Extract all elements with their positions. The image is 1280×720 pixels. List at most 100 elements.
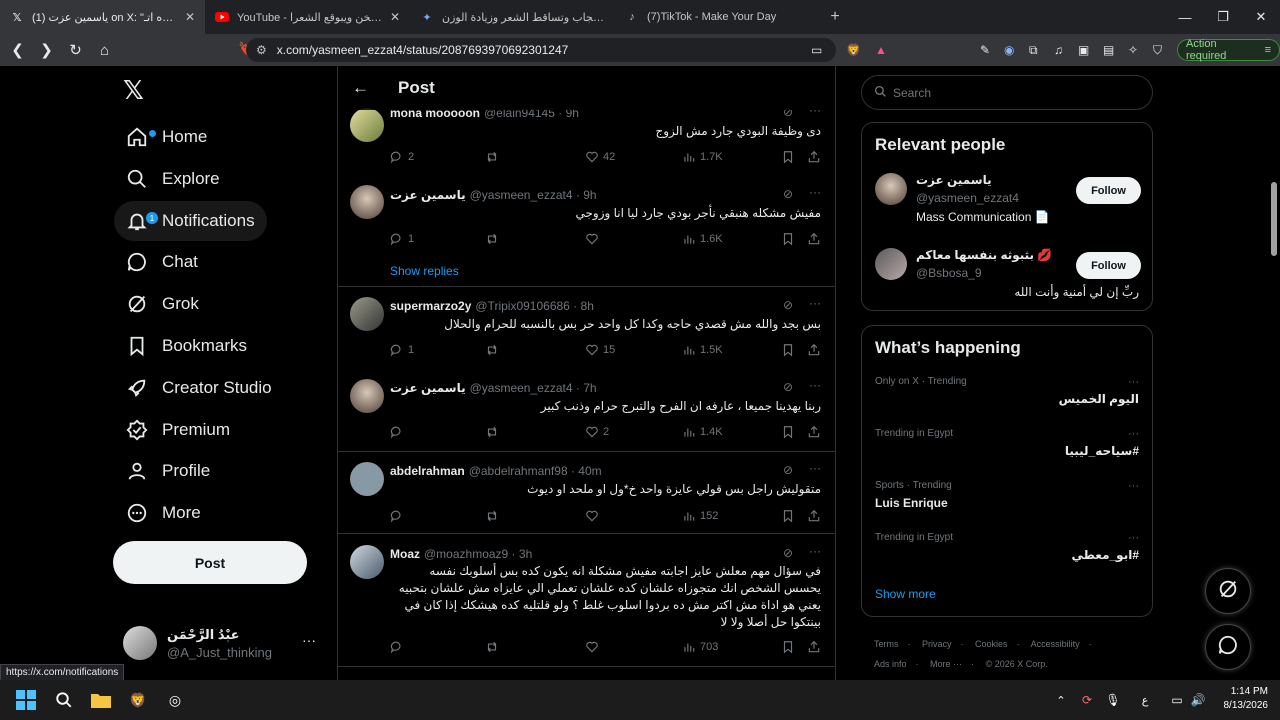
share-button[interactable] [807,232,825,246]
close-window-icon[interactable]: ✕ [1242,0,1280,34]
volume-icon[interactable]: 🔊 [1186,688,1210,712]
author-name[interactable]: Moaz [390,547,420,561]
views-button[interactable]: 703 [682,640,718,654]
tweet-time[interactable]: 40m [578,464,601,478]
trend-item[interactable]: Only on X · Trending اليوم الخميس ··· [875,376,1139,406]
nav-bookmarks[interactable]: Bookmarks [114,326,259,366]
tweet-time[interactable]: 9h [583,188,596,202]
share-button[interactable] [807,150,825,164]
language-indicator[interactable]: ع [1133,688,1157,712]
footer-link[interactable]: Cookies [975,639,1008,649]
close-tab-icon[interactable]: ✕ [390,10,400,24]
extension-icon[interactable]: ◉ [1004,41,1014,59]
repost-button[interactable] [485,232,503,246]
more-dots-icon[interactable]: ··· [1128,532,1139,544]
like-button[interactable]: 2 [585,425,609,439]
repost-button[interactable] [485,509,503,523]
brave-browser-icon[interactable]: 🦁 [126,688,150,712]
nav-home[interactable]: Home [114,117,219,157]
more-dots-icon[interactable]: ··· [1128,376,1139,388]
tweet-time[interactable]: 8h [581,299,594,313]
messages-floating-button[interactable] [1205,624,1251,670]
avatar[interactable] [350,297,384,331]
windows-start-icon[interactable] [14,688,38,712]
footer-link[interactable]: Privacy [922,639,952,649]
trend-item[interactable]: Trending in Egypt #ابو_معطي ··· [875,532,1139,562]
footer-link[interactable]: Terms [874,639,899,649]
more-dots-icon[interactable]: ··· [302,632,316,648]
x-logo-icon[interactable]: 𝕏 [123,77,147,103]
more-dots-icon[interactable]: ··· [809,544,821,558]
tab-gemini[interactable]: ✦ الحجاب وتساقط الشعر وزيادة الوزن - ... [410,0,615,34]
minimize-icon[interactable]: — [1166,0,1204,34]
like-button[interactable] [585,640,603,654]
address-bar[interactable]: ⚙ x.com/yasmeen_ezzat4/status/2087693970… [246,38,836,62]
back-arrow-icon[interactable]: ← [352,78,372,98]
reply-tweet[interactable]: ياسمين عزت @yasmeen_ezzat4 · 7h ⊘ ··· رب… [338,375,835,455]
search-icon[interactable] [52,688,76,712]
author-handle[interactable]: @Tripix09106686 [475,299,569,313]
repost-button[interactable] [485,640,503,654]
like-button[interactable] [585,509,603,523]
tray-chevron-icon[interactable]: ⌃ [1049,688,1073,712]
show-replies-link[interactable]: Show replies [390,264,459,278]
more-dots-icon[interactable]: ··· [809,296,821,310]
repost-button[interactable] [485,343,503,357]
nav-grok[interactable]: Grok [114,284,211,324]
leo-icon[interactable]: ✧ [1128,41,1138,59]
reply-button[interactable]: 1 [390,343,414,357]
share-button[interactable] [807,343,825,357]
sidebar-icon[interactable]: ▣ [1078,41,1089,59]
reply-button[interactable] [390,509,408,523]
footer-link[interactable]: Ads info [874,659,907,669]
author-handle[interactable]: @moazhmoaz9 [424,547,508,561]
views-button[interactable]: 1.4K [682,425,723,439]
more-dots-icon[interactable]: ··· [1128,480,1139,492]
author-name[interactable]: abdelrahman [390,464,465,478]
bookmark-tweet-button[interactable] [781,150,799,164]
microphone-icon[interactable]: 🎙 [1101,688,1125,712]
reply-tweet[interactable]: ياسمين عزت @yasmeen_ezzat4 · 9h ⊘ ··· مف… [338,181,835,291]
tweet-time[interactable]: 7h [583,381,596,395]
tab-x-post[interactable]: 𝕏 (1) ياسمين عزت on X: "انا عايزه اتـ ✕ [0,0,205,34]
pen-extension-icon[interactable]: ✎ [980,41,990,59]
reply-tweet[interactable]: supermarzo2y @Tripix09106686 · 8h ⊘ ··· … [338,293,835,373]
person-row[interactable]: ياسمين عزت @yasmeen_ezzat4 Mass Communic… [875,173,1141,233]
cast-icon[interactable]: ▭ [811,41,822,59]
reply-button[interactable] [390,640,408,654]
nav-explore[interactable]: Explore [114,159,232,199]
author-name[interactable]: ياسمين عزت [390,381,466,395]
views-button[interactable]: 1.5K [682,343,723,357]
more-dots-icon[interactable]: ··· [809,185,821,199]
reload-icon[interactable]: ↻ [63,38,88,63]
repost-button[interactable] [485,425,503,439]
tab-tiktok[interactable]: ♪ (7)TikTok - Make Your Day [615,0,820,34]
views-button[interactable]: 1.7K [682,150,723,164]
reply-button[interactable] [390,425,408,439]
more-dots-icon[interactable]: ··· [809,461,821,475]
home-browser-icon[interactable]: ⌂ [92,38,117,63]
share-button[interactable] [807,509,825,523]
person-row[interactable]: بثبوثه بنفسها معاكم 💋 @Bsbosa_9 ربِّ إن … [875,248,1141,303]
page-scrollbar[interactable] [1268,66,1280,680]
reply-tweet[interactable]: Moaz @moazhmoaz9 · 3h ⊘ ··· في سؤال مهم … [338,541,835,680]
bookmark-tweet-button[interactable] [781,640,799,654]
person-handle[interactable]: @Bsbosa_9 [916,266,982,280]
author-name[interactable]: ياسمين عزت [390,188,466,202]
show-more-link[interactable]: Show more [875,587,936,601]
share-button[interactable] [807,640,825,654]
sync-icon[interactable]: ⟳ [1075,688,1099,712]
nav-creator-studio[interactable]: Creator Studio [114,368,284,408]
nav-profile[interactable]: Profile [114,451,222,491]
author-name[interactable]: supermarzo2y [390,299,471,313]
search-input[interactable]: Search [861,75,1153,110]
chrome-icon[interactable]: ◎ [163,688,187,712]
follow-button[interactable]: Follow [1076,252,1141,279]
grok-floating-button[interactable] [1205,568,1251,614]
reply-button[interactable]: 1 [390,232,414,246]
views-button[interactable]: 152 [682,509,718,523]
share-button[interactable] [807,425,825,439]
puzzle-icon[interactable]: ⧉ [1029,41,1038,59]
brave-rewards-icon[interactable]: ▲ [875,41,887,59]
vpn-icon[interactable]: ⛉ [1153,41,1162,59]
